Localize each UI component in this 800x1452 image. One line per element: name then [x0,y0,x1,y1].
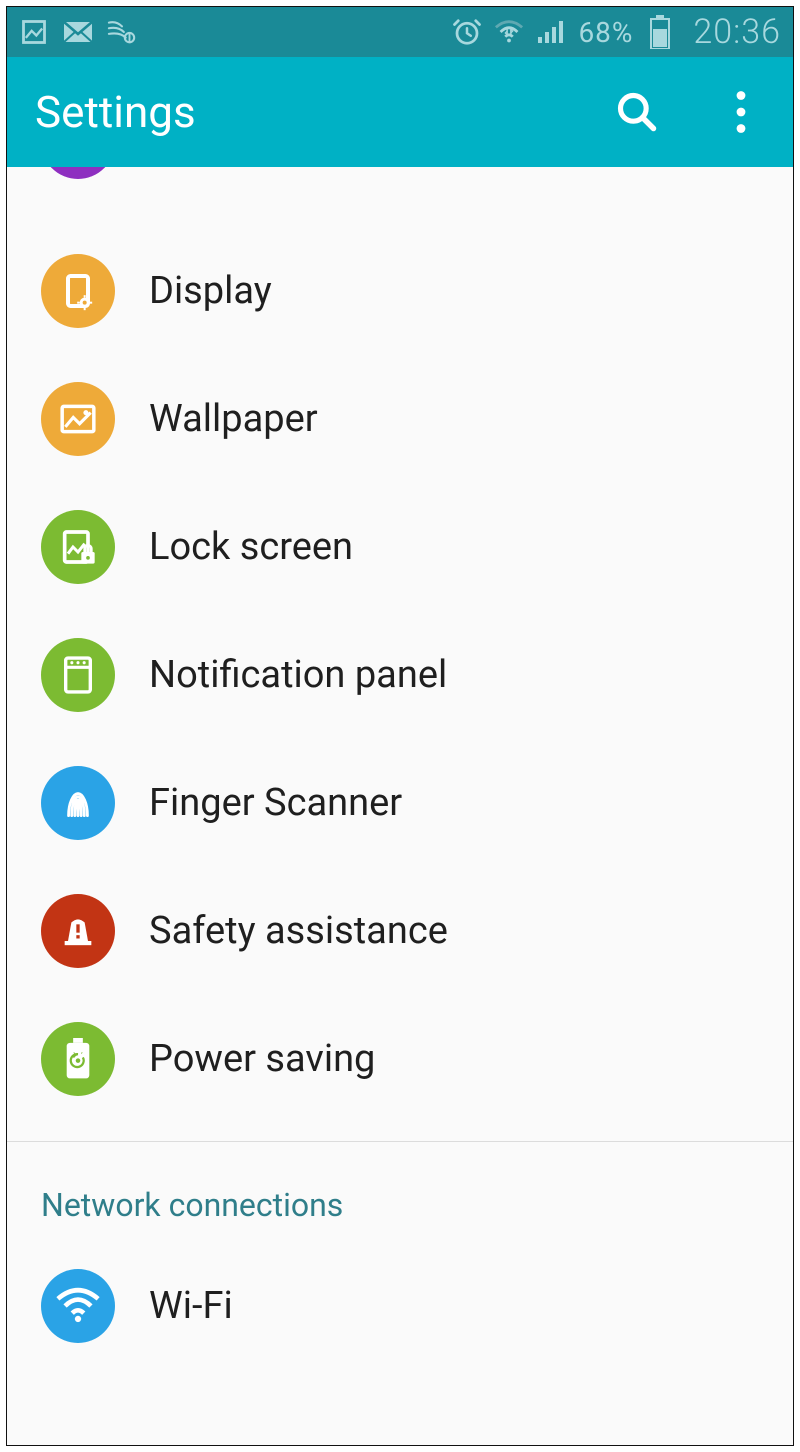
settings-item-display[interactable]: Display [7,227,793,355]
wifi-icon [41,1269,115,1343]
more-vert-icon [735,90,747,134]
settings-item-safety-assistance[interactable]: Safety assistance [7,867,793,995]
search-button[interactable] [613,88,661,136]
screenshot-icon [19,17,49,47]
settings-item-power-saving[interactable]: Power saving [7,995,793,1123]
alarm-icon [452,17,482,47]
display-icon [41,254,115,328]
settings-item-label: Finger Scanner [149,781,402,825]
settings-item-finger-scanner[interactable]: Finger Scanner [7,739,793,867]
settings-item-label: Wallpaper [149,397,318,441]
settings-item-notification-panel[interactable]: Notification panel [7,611,793,739]
settings-list[interactable]: Sounds and notifications Display Wallpap… [7,167,793,1370]
swipe-icon [107,17,137,47]
status-right: 68% 20:36 [452,12,781,52]
settings-item-lock-screen[interactable]: Lock screen [7,483,793,611]
settings-item-label: Lock screen [149,525,353,569]
settings-item-label: Safety assistance [149,909,448,953]
safety-icon [41,894,115,968]
app-bar-actions [613,88,765,136]
device-frame: 68% 20:36 Settings Sounds and notificati… [6,6,794,1446]
status-bar: 68% 20:36 [7,7,793,57]
fingerprint-icon [41,766,115,840]
notification-panel-icon [41,638,115,712]
app-bar: Settings [7,57,793,167]
status-left [19,17,137,47]
clock: 20:36 [693,12,781,52]
settings-item-label: Power saving [149,1037,375,1081]
settings-item-wifi[interactable]: Wi-Fi [7,1242,793,1370]
section-header-network: Network connections [7,1142,793,1242]
search-icon [615,90,659,134]
lock-screen-icon [41,510,115,584]
settings-item-sounds[interactable]: Sounds and notifications [7,167,793,197]
signal-icon [536,17,566,47]
sound-icon [41,167,115,179]
settings-item-label: Wi-Fi [149,1284,233,1328]
overflow-menu-button[interactable] [717,88,765,136]
wallpaper-icon [41,382,115,456]
settings-item-wallpaper[interactable]: Wallpaper [7,355,793,483]
wifi-status-icon [494,17,524,47]
mail-icon [63,17,93,47]
battery-icon [645,17,675,47]
battery-percentage: 68% [578,16,633,49]
power-saving-icon [41,1022,115,1096]
page-title: Settings [35,86,196,138]
settings-item-label: Notification panel [149,653,447,697]
settings-item-label: Display [149,269,272,313]
